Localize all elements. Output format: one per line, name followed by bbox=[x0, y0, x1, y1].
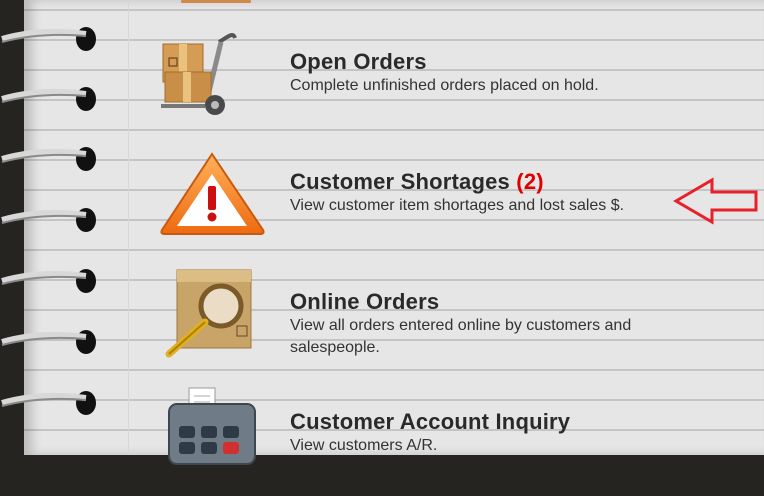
menu-item-title: Customer Account Inquiry bbox=[290, 409, 571, 434]
notebook-page: Open Orders Complete unfinished orders p… bbox=[24, 0, 764, 465]
spiral-ring-icon bbox=[1, 391, 96, 415]
menu-item-description: View customer item shortages and lost sa… bbox=[290, 197, 625, 214]
spiral-ring-icon bbox=[1, 87, 96, 111]
menu-item-description: View all orders entered online by custom… bbox=[290, 317, 632, 356]
menu-item-title: Customer Shortages (2) bbox=[290, 169, 544, 194]
annotation-arrow-icon bbox=[673, 177, 758, 225]
warning-icon bbox=[160, 152, 265, 235]
partial-icon-top bbox=[181, 0, 251, 3]
menu-item-customer-account-inquiry[interactable]: Customer Account Inquiry View customers … bbox=[159, 386, 759, 496]
spiral-ring-icon bbox=[1, 27, 96, 51]
menu-item-title: Open Orders bbox=[290, 49, 427, 74]
hand-truck-icon bbox=[161, 33, 237, 115]
menu-item-open-orders[interactable]: Open Orders Complete unfinished orders p… bbox=[159, 30, 759, 140]
spiral-ring-icon bbox=[1, 269, 96, 293]
menu-item-customer-shortages[interactable]: Customer Shortages (2) View customer ite… bbox=[159, 150, 759, 260]
shortage-count-badge: (2) bbox=[516, 169, 544, 194]
spiral-ring-icon bbox=[1, 147, 96, 171]
menu-item-online-orders[interactable]: Online Orders View all orders entered on… bbox=[159, 266, 759, 376]
credit-card-terminal-icon bbox=[168, 387, 256, 465]
menu-item-description: View customers A/R. bbox=[290, 437, 438, 454]
search-box-icon bbox=[165, 269, 252, 358]
menu-item-title: Online Orders bbox=[290, 289, 440, 314]
spiral-ring-icon bbox=[1, 330, 96, 354]
menu-item-description: Complete unfinished orders placed on hol… bbox=[290, 77, 599, 94]
margin-line bbox=[128, 0, 129, 455]
spiral-ring-icon bbox=[1, 208, 96, 232]
